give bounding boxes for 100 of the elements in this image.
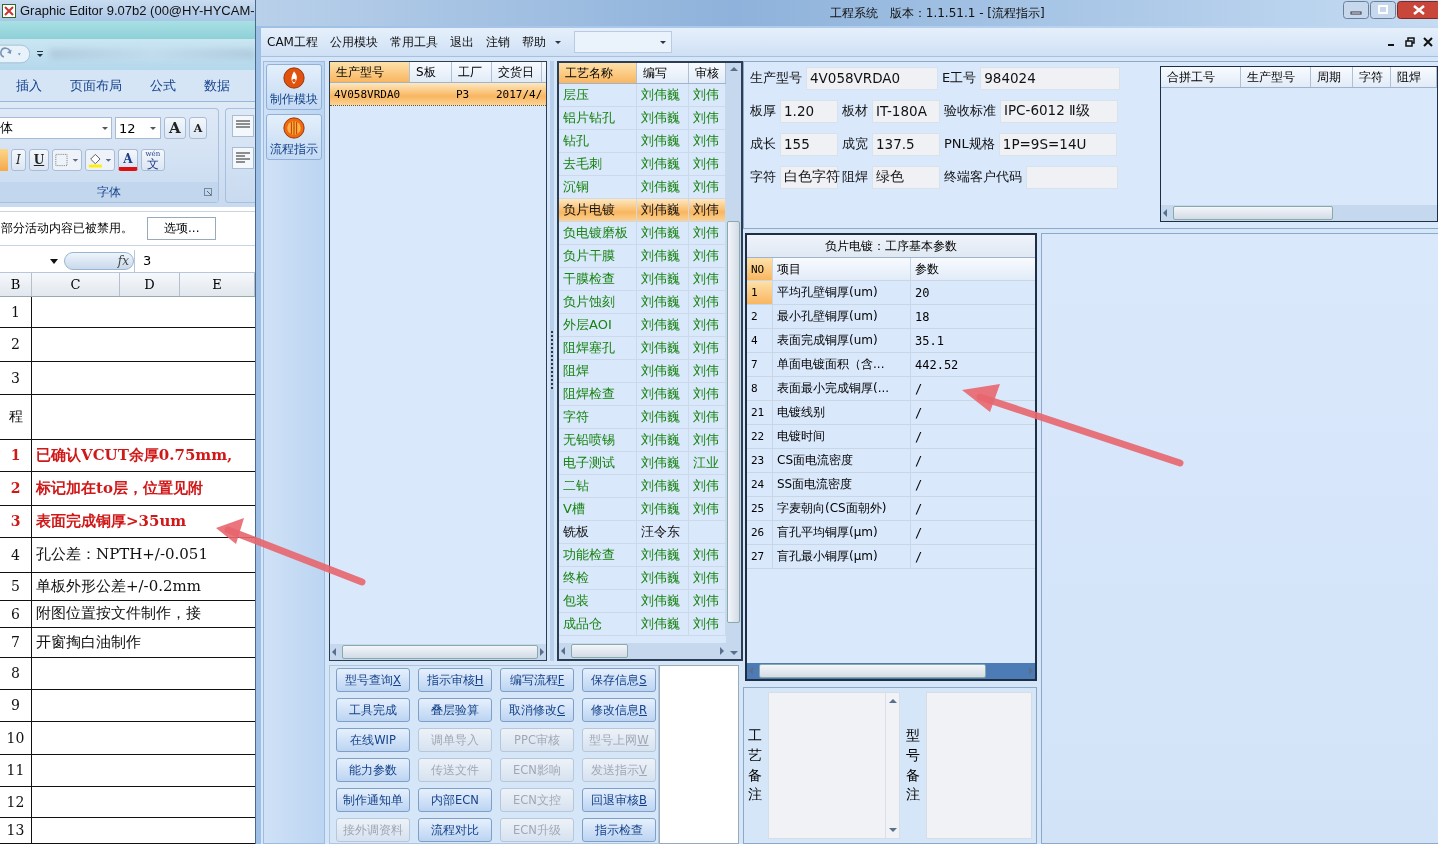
table-row[interactable]: 负片蚀刻 刘伟巍 刘伟: [559, 291, 726, 314]
table-row[interactable]: 阻焊检查 刘伟巍 刘伟: [559, 383, 726, 406]
column-header[interactable]: 项目: [773, 258, 911, 280]
menu-item[interactable]: 常用工具: [389, 33, 438, 51]
ribbon-tab[interactable]: 数据: [204, 76, 230, 95]
table-row[interactable]: 终检 刘伟巍 刘伟: [559, 567, 726, 590]
formula-bar-handle[interactable]: fx: [64, 252, 134, 270]
value-field[interactable]: 4V058VRDA0: [806, 66, 938, 90]
action-button[interactable]: 能力参数: [336, 758, 410, 782]
column-header[interactable]: 生产型号: [1241, 67, 1311, 87]
table-row[interactable]: 负电镀磨板 刘伟巍 刘伟: [559, 222, 726, 245]
action-button[interactable]: 保存信息S: [582, 668, 656, 692]
table-row[interactable]: 功能检查 刘伟巍 刘伟: [559, 544, 726, 567]
row-number[interactable]: 8: [747, 377, 773, 400]
column-header[interactable]: S板: [410, 62, 452, 82]
font-name-field[interactable]: 体: [0, 117, 112, 140]
table-row[interactable]: 负片干膜 刘伟巍 刘伟: [559, 245, 726, 268]
value-field[interactable]: 984024: [980, 66, 1121, 90]
ribbon-tab[interactable]: 公式: [150, 76, 176, 95]
row-number[interactable]: 4: [747, 329, 773, 352]
column-header[interactable]: 编写: [637, 63, 689, 83]
table-row[interactable]: 阻焊塞孔 刘伟巍 刘伟: [559, 337, 726, 360]
nav-button[interactable]: 制作模块: [266, 64, 322, 110]
action-button[interactable]: 在线WIP: [336, 728, 410, 752]
row-number[interactable]: 25: [747, 497, 773, 520]
menu-item[interactable]: 退出: [449, 33, 474, 51]
table-row[interactable]: 二钻 刘伟巍 刘伟: [559, 475, 726, 498]
menu-item[interactable]: 公用模块: [329, 33, 378, 51]
column-header[interactable]: 交货日: [492, 62, 542, 82]
value-field[interactable]: 155: [780, 132, 838, 156]
column-header[interactable]: NO: [747, 258, 773, 280]
underline-button[interactable]: U: [28, 149, 50, 172]
row-number[interactable]: 1: [747, 281, 773, 304]
table-row[interactable]: 去毛刺 刘伟巍 刘伟: [559, 153, 726, 176]
font-size-field[interactable]: 12: [115, 117, 161, 140]
table-cell: 刘伟巍: [641, 431, 680, 449]
table-row[interactable]: 钻孔 刘伟巍 刘伟: [559, 130, 726, 153]
action-button[interactable]: 流程对比: [418, 818, 492, 842]
value-field[interactable]: 137.5: [872, 132, 940, 156]
table-row[interactable]: 层压 刘伟巍 刘伟: [559, 84, 726, 107]
row-number[interactable]: 24: [747, 473, 773, 496]
action-button[interactable]: 叠层验算: [418, 698, 492, 722]
table-row[interactable]: 铝片钻孔 刘伟巍 刘伟: [559, 107, 726, 130]
column-header[interactable]: 周期: [1311, 67, 1353, 87]
row-number[interactable]: 23: [747, 449, 773, 472]
action-button[interactable]: 指示检查: [582, 818, 656, 842]
shrink-font-button[interactable]: A: [188, 117, 208, 140]
column-header[interactable]: 阻焊: [1391, 67, 1437, 87]
row-number[interactable]: 26: [747, 521, 773, 544]
column-header[interactable]: C: [32, 272, 120, 296]
options-button[interactable]: 选项...: [147, 217, 217, 241]
action-button[interactable]: 回退审核B: [582, 788, 656, 812]
grow-font-button[interactable]: A: [164, 117, 186, 140]
table-row[interactable]: 无铅喷锡 刘伟巍 刘伟: [559, 429, 726, 452]
ribbon-tab[interactable]: 页面布局: [70, 76, 122, 95]
font-color-button[interactable]: A: [118, 149, 138, 172]
table-row[interactable]: 包装 刘伟巍 刘伟: [559, 590, 726, 613]
action-button[interactable]: 内部ECN: [418, 788, 492, 812]
table-row[interactable]: 负片电镀 刘伟巍 刘伟: [559, 199, 726, 222]
column-header[interactable]: 合拼工号: [1161, 67, 1241, 87]
action-button[interactable]: 修改信息R: [582, 698, 656, 722]
row-number[interactable]: 21: [747, 401, 773, 424]
menu-item[interactable]: 帮助: [521, 33, 546, 51]
menu-item[interactable]: CAM工程: [267, 33, 318, 51]
column-header[interactable]: 生产型号: [330, 62, 410, 82]
italic-button[interactable]: I: [11, 149, 26, 172]
column-header[interactable]: 参数: [911, 258, 1035, 280]
value-field[interactable]: 绿色: [872, 165, 940, 189]
table-row[interactable]: 阻焊 刘伟巍 刘伟: [559, 360, 726, 383]
row-number[interactable]: 7: [747, 353, 773, 376]
row-number[interactable]: 27: [747, 545, 773, 568]
table-row[interactable]: 成品仓 刘伟巍 刘伟: [559, 613, 726, 636]
menu-item[interactable]: 注销: [485, 33, 510, 51]
action-button[interactable]: 编写流程F: [500, 668, 574, 692]
value-field[interactable]: 白色字符: [780, 165, 838, 189]
table-row[interactable]: 字符 刘伟巍 刘伟: [559, 406, 726, 429]
value-field[interactable]: 1P=9S=14U: [998, 132, 1117, 156]
row-number[interactable]: 22: [747, 425, 773, 448]
value-field[interactable]: IPC-6012 Ⅱ级: [1000, 99, 1118, 123]
value-field[interactable]: 1.20: [780, 99, 838, 123]
ribbon-tab[interactable]: 插入: [16, 76, 42, 95]
table-row[interactable]: 铣板 汪令东: [559, 521, 726, 544]
action-button[interactable]: 工具完成: [336, 698, 410, 722]
action-button[interactable]: 制作通知单: [336, 788, 410, 812]
value-field[interactable]: IT-180A: [872, 99, 940, 123]
table-row[interactable]: 4V058VRDA0 P3 2017/4/: [330, 83, 546, 106]
action-button[interactable]: 取消修改C: [500, 698, 574, 722]
action-button[interactable]: 型号查询X: [336, 668, 410, 692]
table-row[interactable]: V槽 刘伟巍 刘伟: [559, 498, 726, 521]
table-row[interactable]: 干膜检查 刘伟巍 刘伟: [559, 268, 726, 291]
column-header[interactable]: D: [120, 272, 180, 296]
column-header[interactable]: 工厂: [452, 62, 492, 82]
nav-button[interactable]: 流程指示: [266, 114, 322, 160]
table-row[interactable]: 外层AOI 刘伟巍 刘伟: [559, 314, 726, 337]
column-header[interactable]: 工艺名称: [559, 63, 637, 83]
column-header[interactable]: 字符: [1353, 67, 1391, 87]
table-row[interactable]: 电子测试 刘伟巍 江业: [559, 452, 726, 475]
row-number[interactable]: 2: [747, 305, 773, 328]
column-header[interactable]: B: [0, 272, 32, 296]
action-button[interactable]: 指示审核H: [418, 668, 492, 692]
